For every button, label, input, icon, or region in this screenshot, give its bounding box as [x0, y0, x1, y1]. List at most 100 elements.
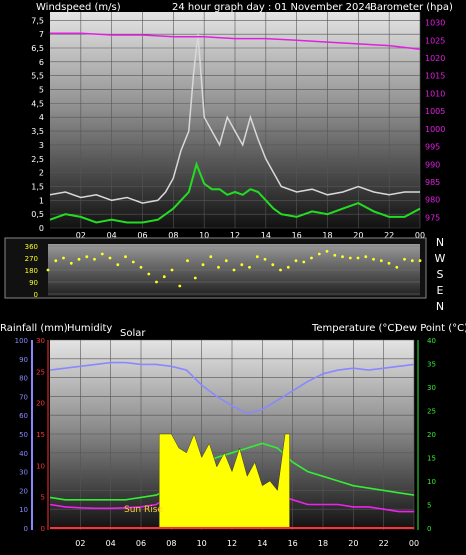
wind-direction-point [116, 263, 120, 267]
wind-direction-point [186, 259, 189, 263]
wind-direction-point [387, 261, 391, 265]
wind-direction-point [124, 255, 127, 259]
barometer-tick-label: 1020 [425, 54, 445, 63]
wind-direction-point [224, 259, 228, 263]
wind-direction-point [410, 259, 414, 263]
windspeed-tick-label: 0 [39, 224, 44, 233]
compass-label: E [437, 284, 444, 297]
wind-direction-point [379, 259, 383, 263]
windspeed-tick-label: 7 [39, 30, 44, 39]
x-tick-label: 08 [166, 539, 176, 548]
x-tick-label: 10 [197, 539, 207, 548]
rainfall-tick-label: 30 [36, 337, 45, 345]
compass-label: N [436, 236, 444, 249]
windspeed-tick-label: 5,5 [31, 72, 44, 81]
x-tick-label: 22 [379, 539, 389, 548]
barometer-tick-label: 990 [425, 160, 440, 169]
x-tick-label: 14 [257, 539, 267, 548]
temperature-tick-label: 40 [427, 337, 436, 345]
wind-direction-point [271, 263, 275, 267]
rainfall-tick-label: 10 [36, 462, 45, 470]
x-tick-label: 18 [318, 539, 328, 548]
wind-direction-point [364, 255, 368, 259]
barometer-tick-label: 995 [425, 143, 440, 152]
x-tick-label: 20 [348, 539, 358, 548]
wind-direction-point [69, 261, 73, 265]
direction-tick-label: 0 [34, 291, 38, 299]
direction-tick-label: 270 [25, 255, 38, 263]
x-tick-label: 16 [288, 539, 298, 548]
x-tick-label: 12 [227, 539, 237, 548]
rainfall-tick-label: 5 [41, 494, 45, 502]
wind-direction-point [209, 255, 213, 259]
barometer-label: Barometer (hpa) [370, 2, 453, 13]
humidity-tick-label: 80 [19, 375, 28, 383]
weather-graph: Windspeed (m/s) 24 hour graph day : 01 N… [0, 2, 466, 548]
wind-direction-point [263, 257, 267, 261]
wind-direction-point [248, 265, 251, 269]
wind-direction-point [85, 255, 89, 259]
wind-direction-point [201, 263, 205, 267]
windspeed-tick-label: 3,5 [31, 127, 44, 136]
wind-direction-point [139, 265, 143, 269]
temperature-tick-label: 30 [427, 384, 436, 392]
rainfall-tick-label: 25 [36, 368, 45, 376]
temperature-tick-label: 20 [427, 431, 436, 439]
windspeed-tick-label: 1,5 [31, 182, 44, 191]
windspeed-tick-label: 6,5 [31, 44, 44, 53]
compass-labels: NWSEN [435, 236, 446, 313]
temperature-tick-label: 5 [427, 502, 431, 510]
humidity-tick-label: 20 [19, 487, 28, 495]
windspeed-tick-label: 2,5 [31, 155, 44, 164]
wind-direction-point [372, 257, 375, 261]
humidity-tick-label: 100 [15, 337, 28, 345]
wind-direction-point [100, 252, 104, 256]
wind-direction-point [348, 256, 352, 260]
wind-direction-point [279, 268, 282, 272]
barometer-tick-label: 1025 [425, 36, 445, 45]
barometer-tick-label: 980 [425, 196, 440, 205]
humidity-label: Humidity [67, 323, 112, 334]
humidity-tick-label: 60 [19, 412, 28, 420]
barometer-tick-label: 1000 [425, 125, 445, 134]
wind-direction-point [46, 268, 50, 272]
wind-direction-point [131, 260, 135, 264]
direction-tick-label: 360 [25, 243, 38, 251]
humidity-tick-label: 70 [19, 393, 28, 401]
barometer-axis: 975 980 985 990 995 1000 1005 1010 1015 1020 1025 1… [425, 19, 445, 223]
direction-tick-label: 180 [25, 267, 38, 275]
windspeed-tick-label: 1 [39, 196, 44, 205]
direction-tick-label: 90 [29, 279, 38, 287]
sun-rise-label: Sun Rise [124, 505, 163, 515]
humidity-tick-label: 0 [24, 525, 28, 533]
wind-direction-point [255, 255, 259, 259]
windspeed-label: Windspeed (m/s) [36, 2, 121, 13]
wind-direction-point [286, 265, 290, 269]
windspeed-tick-label: 0,5 [31, 210, 44, 219]
temperature-tick-label: 25 [427, 408, 436, 416]
wind-direction-point [147, 272, 151, 276]
wind-direction-point [317, 252, 321, 256]
wind-direction-point [395, 265, 399, 269]
x-tick-label: 00 [409, 539, 419, 548]
wind-direction-point [418, 259, 422, 263]
compass-label: S [437, 268, 444, 281]
wind-direction-point [341, 255, 344, 259]
climate-x-axis: 02 04 06 08 10 12 14 16 18 20 22 00 [75, 539, 419, 548]
humidity-tick-label: 50 [19, 431, 28, 439]
barometer-tick-label: 1015 [425, 72, 445, 81]
barometer-tick-label: 1005 [425, 107, 445, 116]
graph-title: 24 hour graph day : 01 November 2024 [172, 2, 371, 13]
temperature-label: Temperature (°C) [311, 323, 398, 334]
rainfall-label: Rainfall (mm) [0, 323, 68, 334]
wind-direction-point [240, 263, 244, 267]
windspeed-tick-label: 7,5 [31, 16, 44, 25]
wind-direction-point [294, 259, 298, 263]
wind-direction-point [54, 259, 58, 263]
barometer-tick-label: 975 [425, 213, 440, 222]
rainfall-tick-label: 15 [36, 431, 45, 439]
wind-direction-point [356, 256, 360, 260]
wind-direction-point [178, 284, 182, 288]
compass-label: W [435, 252, 446, 265]
temperature-tick-label: 0 [427, 525, 431, 533]
